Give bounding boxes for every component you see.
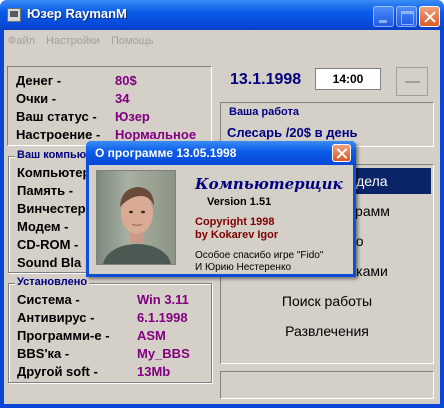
- points-label: Очки -: [16, 91, 57, 106]
- menu-help[interactable]: Помощь: [111, 35, 154, 47]
- thanks-line-1: Особое спасибо игре "Fido": [195, 250, 324, 261]
- antivirus-value: 6.1.1998: [137, 310, 188, 325]
- menu-settings[interactable]: Настройки: [46, 35, 100, 47]
- thanks-line-2: И Юрию Нестеренко: [195, 262, 292, 273]
- other-soft-value: 13Mb: [137, 364, 171, 379]
- status-panel: [220, 371, 434, 399]
- hdd-row: Винчестер: [17, 201, 86, 216]
- status-value: Юзер: [115, 109, 150, 124]
- copyright-block: Copyright 1998 by Kokarev Igor: [195, 216, 278, 242]
- minimize-game-button[interactable]: [396, 67, 428, 96]
- points-value: 34: [115, 91, 130, 106]
- about-body: Компьютерщик Version 1.51 Copyright 1998…: [89, 165, 353, 274]
- money-value: 80$: [115, 73, 137, 88]
- money-label: Денег -: [16, 73, 62, 88]
- product-name: Компьютерщик: [195, 175, 343, 193]
- time-display: 14:00: [315, 68, 381, 90]
- programming-value: ASM: [137, 328, 166, 343]
- stats-panel: Денег - 80$ Очки - 34 Ваш статус - Юзер …: [7, 66, 212, 146]
- software-group-label: Установлено: [15, 276, 90, 288]
- sound-row: Sound Bla: [17, 255, 82, 270]
- work-job: Слесарь /20$ в день: [227, 125, 358, 140]
- about-title-bar[interactable]: О программе 13.05.1998: [86, 141, 356, 165]
- copyright-line: Copyright 1998: [195, 216, 275, 228]
- other-soft-label: Другой soft -: [17, 364, 98, 379]
- action-entertainment[interactable]: Развлечения: [223, 318, 431, 344]
- about-close-button[interactable]: [332, 144, 351, 162]
- maximize-button[interactable]: [396, 6, 417, 27]
- portrait-image: [103, 187, 171, 264]
- memory-row: Память -: [17, 183, 74, 198]
- menu-bar: Файл Настройки Помощь: [4, 30, 440, 52]
- software-group: Установлено Система - Win 3.11 Антивирус…: [8, 276, 212, 383]
- minimize-button[interactable]: [373, 6, 394, 27]
- bbs-value: My_BBS: [137, 346, 190, 361]
- author-line: by Kokarev Igor: [195, 229, 279, 241]
- author-photo: [96, 170, 176, 265]
- about-title: О программе 13.05.1998: [95, 146, 237, 160]
- work-group-label: Ваша работа: [229, 106, 299, 118]
- window-title: Юзер RaymanM: [27, 6, 127, 21]
- thanks-block: Особое спасибо игре "Fido" И Юрию Нестер…: [195, 250, 323, 274]
- product-version: Version 1.51: [207, 196, 272, 208]
- current-date: 13.1.1998: [230, 71, 302, 88]
- system-value: Win 3.11: [137, 292, 189, 307]
- programming-label: Программи-е -: [17, 328, 110, 343]
- bbs-label: BBS'ка -: [17, 346, 70, 361]
- mood-label: Настроение -: [16, 127, 101, 142]
- computer-row: Компьютер: [17, 165, 91, 180]
- action-job-search[interactable]: Поиск работы: [223, 288, 431, 314]
- cdrom-row: CD-ROM -: [17, 237, 79, 252]
- status-label: Ваш статус -: [16, 109, 97, 124]
- system-label: Система -: [17, 292, 80, 307]
- modem-row: Модем -: [17, 219, 69, 234]
- app-icon[interactable]: [7, 8, 21, 22]
- mood-value: Нормальное: [115, 127, 197, 142]
- antivirus-label: Антивирус -: [17, 310, 95, 325]
- title-bar[interactable]: Юзер RaymanM: [0, 0, 444, 30]
- about-dialog: О программе 13.05.1998 Компьютерщик Vers…: [86, 141, 356, 277]
- menu-file[interactable]: Файл: [8, 35, 35, 47]
- close-button[interactable]: [419, 6, 440, 27]
